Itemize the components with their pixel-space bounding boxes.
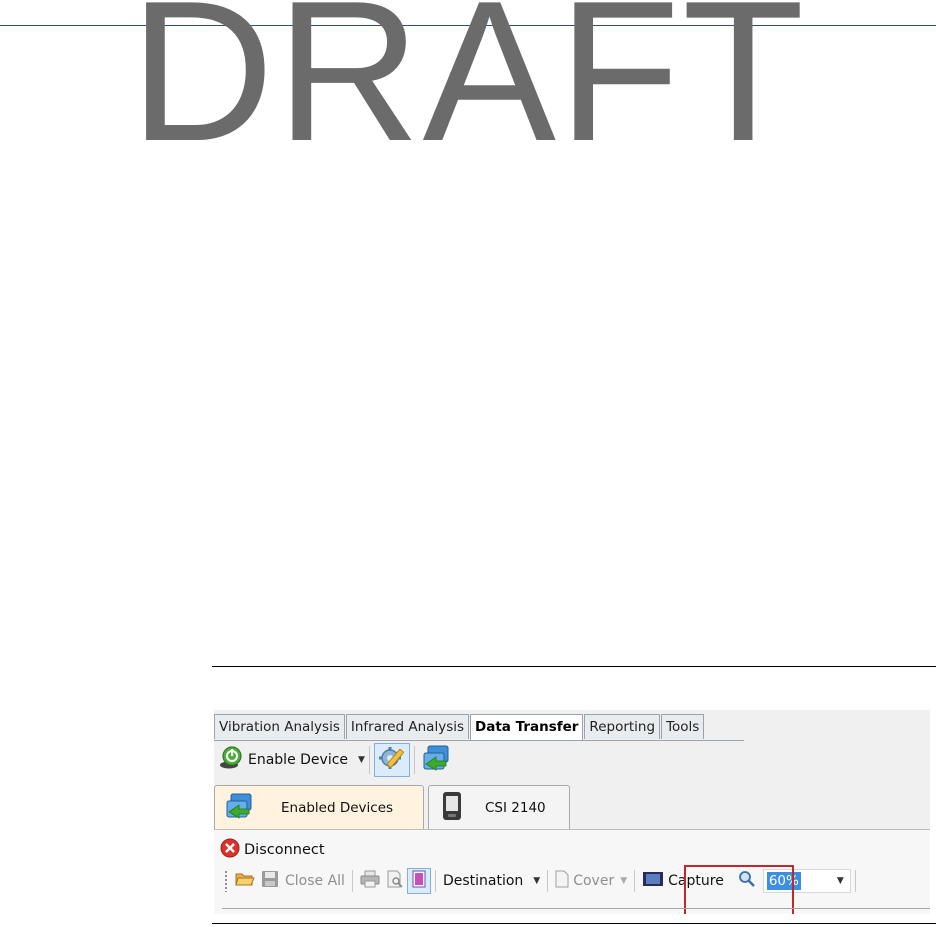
toolbar-separator	[634, 870, 636, 892]
tab-infrared-analysis[interactable]: Infrared Analysis	[345, 714, 470, 739]
toolbar-separator	[547, 870, 549, 892]
toolbar-separator	[854, 870, 856, 892]
toolbar-separator	[351, 870, 353, 892]
page-layout-icon	[411, 870, 427, 892]
print-preview-icon	[386, 870, 404, 892]
tab-data-transfer[interactable]: Data Transfer	[470, 714, 584, 741]
capture-highlight-box	[684, 865, 794, 914]
tab-tools[interactable]: Tools	[661, 714, 705, 739]
tab-csi-2140-label: CSI 2140	[485, 799, 546, 816]
toolbar-separator	[368, 746, 370, 774]
chevron-down-icon[interactable]: ▼	[837, 876, 844, 886]
toolbar-separator	[434, 870, 436, 892]
disconnect-label: Disconnect	[244, 842, 325, 858]
close-circle-icon	[220, 838, 240, 862]
page-icon	[555, 870, 569, 892]
tab-strip-background	[576, 781, 930, 829]
close-all-label: Close All	[285, 873, 345, 889]
open-button[interactable]	[232, 867, 258, 895]
chevron-down-icon[interactable]: ▼	[358, 755, 365, 765]
print-button[interactable]	[357, 867, 383, 895]
enable-device-button[interactable]: Enable Device ▼	[214, 745, 365, 775]
tab-enabled-devices[interactable]: Enabled Devices	[214, 785, 424, 829]
page-layout-button[interactable]	[406, 868, 431, 894]
film-frame-icon	[642, 871, 664, 891]
draft-watermark: DRAFT	[129, 0, 807, 183]
device-settings-button[interactable]	[373, 743, 410, 777]
ribbon-tabs: Vibration Analysis Infrared Analysis Dat…	[214, 714, 705, 741]
report-toolbar: Close All Destination ▼ Cover ▼ Capture …	[214, 865, 930, 914]
device-power-icon	[218, 745, 244, 775]
destination-dropdown[interactable]: Destination ▼	[440, 867, 543, 895]
transfer-arrows-icon	[225, 792, 255, 824]
device-panel: Disconnect Close All Destination ▼ Cover…	[214, 829, 930, 914]
handheld-device-icon	[441, 791, 463, 825]
ribbon-toolbar: Enable Device ▼	[214, 741, 930, 779]
printer-icon	[360, 870, 380, 892]
toolbar-grip[interactable]	[224, 870, 228, 892]
document-tabs: Enabled Devices CSI 2140	[214, 781, 930, 829]
chevron-down-icon: ▼	[533, 876, 541, 886]
transfer-arrows-icon	[422, 744, 452, 776]
disconnect-button[interactable]: Disconnect	[220, 838, 325, 862]
destination-label: Destination	[442, 873, 524, 889]
panel-bottom-edge	[222, 908, 930, 909]
chevron-down-icon: ▼	[620, 876, 628, 886]
tab-vibration-analysis[interactable]: Vibration Analysis	[214, 714, 345, 739]
close-all-button[interactable]: Close All	[282, 867, 348, 895]
cover-dropdown[interactable]: Cover ▼	[552, 867, 630, 895]
folder-open-icon	[235, 870, 255, 892]
transfer-button[interactable]	[419, 743, 455, 777]
save-button[interactable]	[258, 867, 282, 895]
tab-reporting[interactable]: Reporting	[584, 714, 661, 739]
figure-bottom-rule	[212, 923, 936, 924]
toolbar-separator	[413, 746, 415, 774]
save-icon	[261, 870, 279, 892]
figure-top-rule	[212, 666, 936, 667]
settings-wrench-icon	[378, 744, 406, 776]
cover-label: Cover	[573, 873, 615, 889]
print-preview-button[interactable]	[383, 867, 407, 895]
tab-csi-2140[interactable]: CSI 2140	[428, 785, 570, 829]
tab-enabled-devices-label: Enabled Devices	[281, 799, 394, 816]
screenshot-figure: Vibration Analysis Infrared Analysis Dat…	[214, 710, 930, 914]
enable-device-label: Enable Device	[248, 752, 349, 768]
